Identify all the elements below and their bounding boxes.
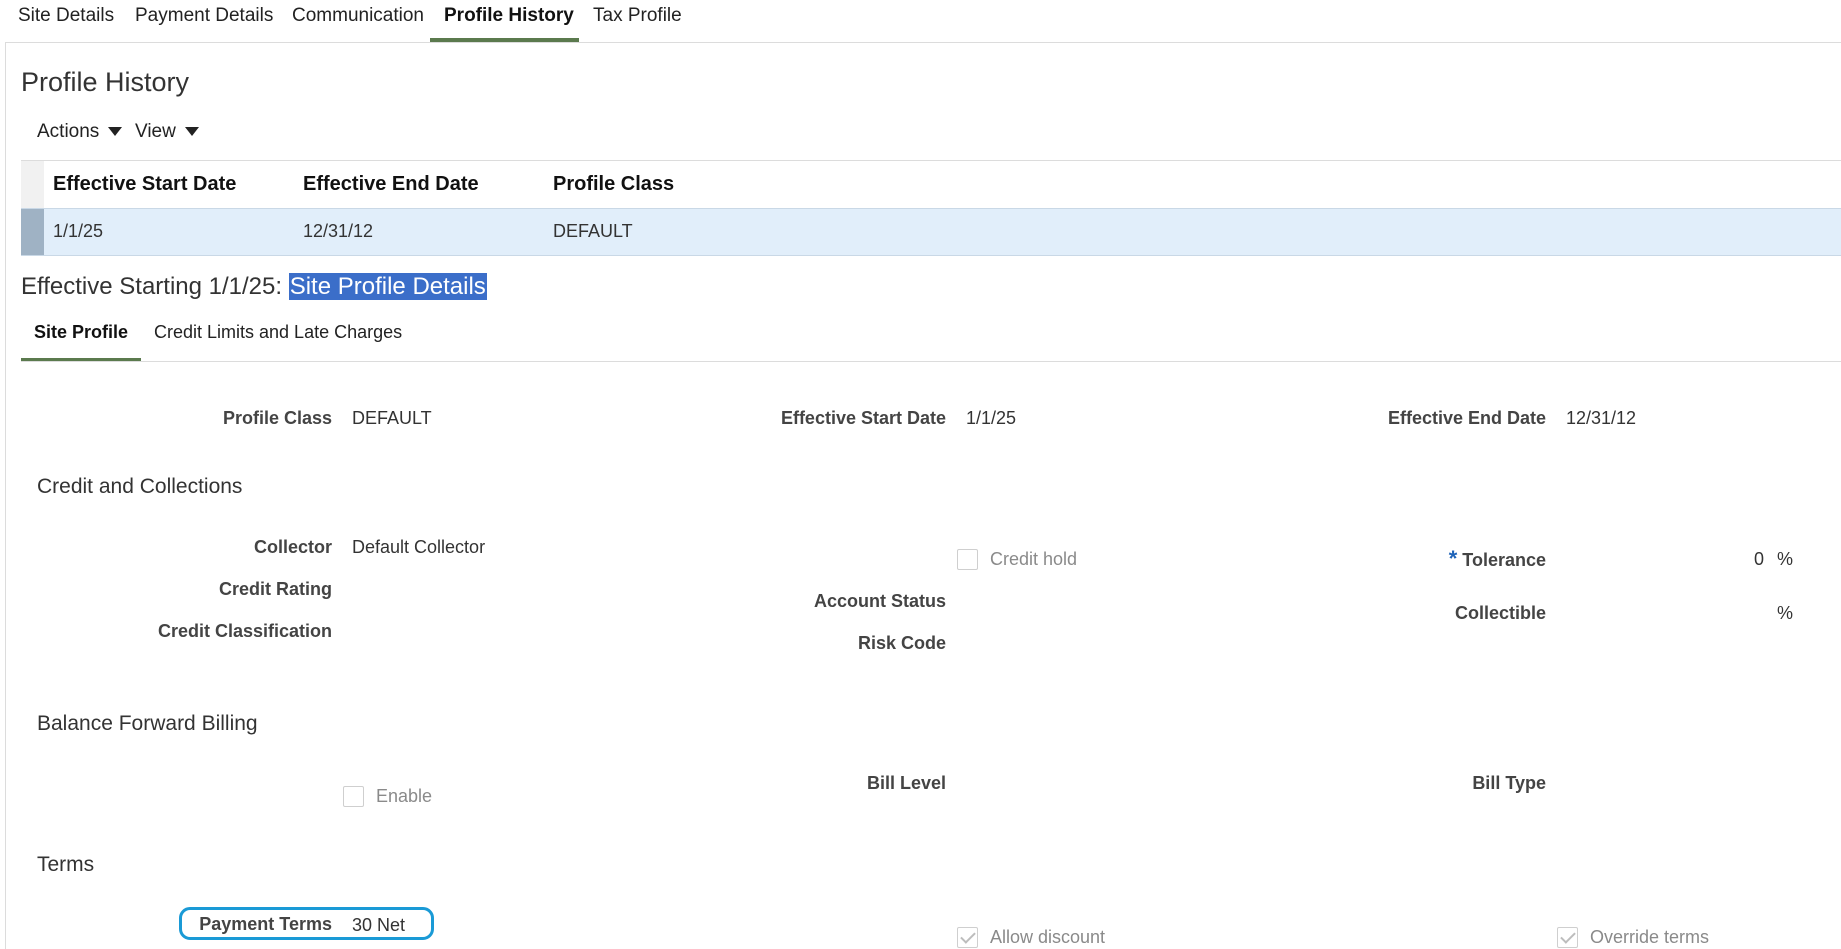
tab-profile-history[interactable]: Profile History: [444, 5, 574, 27]
override-terms-label: Override terms: [1590, 927, 1710, 947]
effective-start-date-value: 1/1/25: [966, 408, 1017, 428]
tolerance-value: 0: [1753, 549, 1764, 569]
collector-value: Default Collector: [352, 537, 486, 557]
caret-down-icon: [184, 127, 199, 137]
tab-tax-profile[interactable]: Tax Profile: [593, 5, 682, 27]
bill-type-label: Bill Type: [1472, 773, 1546, 793]
collectible-label: Collectible: [1454, 603, 1546, 623]
balance-forward-billing-heading: Balance Forward Billing: [37, 712, 258, 735]
cell-effective-start-date: 1/1/25: [53, 221, 104, 241]
tab-communication[interactable]: Communication: [292, 5, 424, 27]
payment-terms-label: Payment Terms: [199, 914, 332, 934]
credit-collections-heading: Credit and Collections: [37, 475, 243, 498]
tolerance-label: Tolerance: [1462, 550, 1546, 570]
profile-class-label: Profile Class: [222, 408, 332, 428]
required-indicator: *: [1448, 546, 1458, 571]
row-selector[interactable]: [21, 209, 44, 255]
effective-start-date-label: Effective Start Date: [780, 408, 946, 428]
actions-menu[interactable]: Actions: [37, 121, 123, 143]
table-row[interactable]: [21, 208, 1841, 256]
table-top-border: [21, 160, 1841, 161]
tab-site-details[interactable]: Site Details: [18, 5, 114, 27]
effective-end-date-value: 12/31/12: [1566, 408, 1637, 428]
subtab-credit-limits[interactable]: Credit Limits and Late Charges: [154, 322, 402, 343]
page-title: Profile History: [21, 67, 190, 97]
collector-label: Collector: [253, 537, 332, 557]
section-title-highlight: Site Profile Details: [288, 273, 487, 300]
cell-profile-class: DEFAULT: [553, 221, 633, 241]
risk-code-label: Risk Code: [857, 633, 946, 653]
table-header-gutter: [21, 161, 44, 208]
view-label: View: [135, 121, 176, 142]
caret-down-icon: [108, 127, 123, 137]
subtab-divider: [21, 361, 1841, 362]
tolerance-value-group: 0 %: [1754, 549, 1793, 570]
cell-effective-end-date: 12/31/12: [303, 221, 374, 241]
allow-discount-label: Allow discount: [990, 927, 1106, 947]
credit-hold-label: Credit hold: [990, 549, 1078, 569]
column-header-effective-start-date[interactable]: Effective Start Date: [53, 173, 236, 196]
view-menu[interactable]: View: [135, 121, 199, 143]
payment-terms-value[interactable]: 30 Net: [352, 915, 405, 936]
collectible-unit: %: [1776, 603, 1793, 623]
profile-class-value: DEFAULT: [352, 408, 432, 428]
section-title: Effective Starting 1/1/25: Site Profile …: [21, 273, 487, 301]
bill-level-label: Bill Level: [866, 773, 946, 793]
credit-classification-label: Credit Classification: [157, 621, 332, 641]
account-status-label: Account Status: [813, 591, 946, 611]
override-terms-checkbox[interactable]: [1557, 927, 1578, 948]
actions-label: Actions: [37, 121, 100, 142]
credit-hold-checkbox[interactable]: [957, 549, 978, 570]
subtab-site-profile[interactable]: Site Profile: [34, 322, 128, 343]
enable-checkbox[interactable]: [343, 786, 364, 807]
tab-payment-details[interactable]: Payment Details: [135, 5, 273, 27]
credit-rating-label: Credit Rating: [218, 579, 332, 599]
column-header-effective-end-date[interactable]: Effective End Date: [303, 173, 479, 196]
column-header-profile-class[interactable]: Profile Class: [553, 173, 674, 196]
section-title-prefix: Effective Starting 1/1/25:: [21, 273, 289, 300]
tolerance-unit: %: [1776, 549, 1793, 569]
terms-heading: Terms: [37, 853, 95, 876]
enable-label: Enable: [376, 786, 433, 806]
effective-end-date-label: Effective End Date: [1387, 408, 1546, 428]
tab-divider: [5, 42, 1841, 43]
tolerance-label-group: * Tolerance: [1449, 546, 1546, 572]
allow-discount-checkbox[interactable]: [957, 927, 978, 948]
panel-border: [5, 42, 6, 949]
